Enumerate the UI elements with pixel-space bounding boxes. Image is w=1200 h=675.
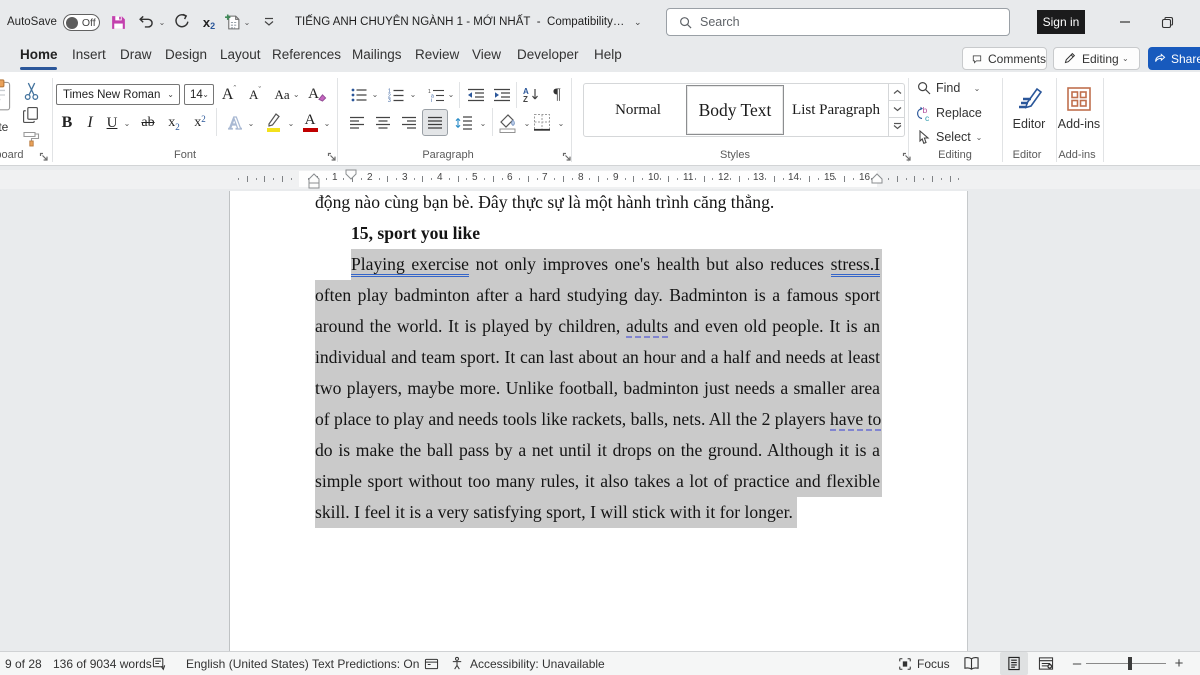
svg-text:Z: Z [523,95,528,102]
svg-text:3: 3 [388,98,391,102]
svg-text:i: i [431,98,432,102]
svg-text:c: c [925,113,930,122]
